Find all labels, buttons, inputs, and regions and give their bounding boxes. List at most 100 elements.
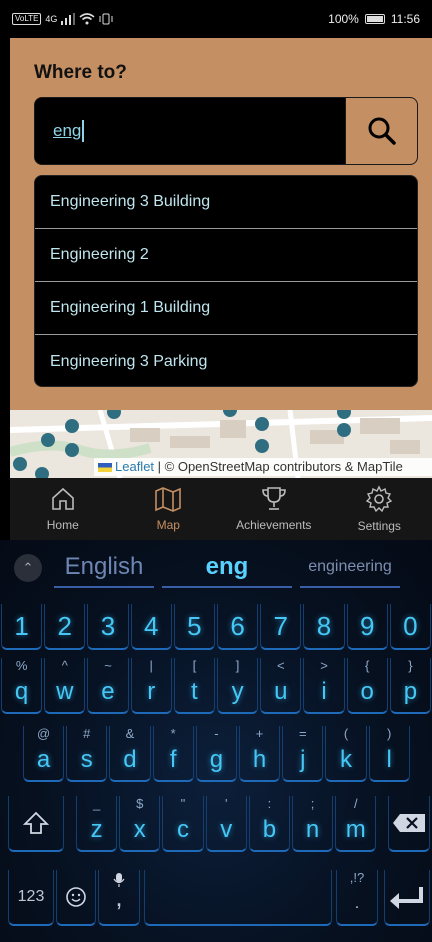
nav-settings-label: Settings: [357, 519, 401, 533]
key-3[interactable]: 3: [87, 604, 129, 650]
keyboard-suggestion[interactable]: eng: [162, 548, 292, 588]
key-label: e: [101, 678, 115, 705]
key-r[interactable]: | r: [130, 658, 172, 714]
key-0[interactable]: 0: [389, 604, 431, 650]
key-i[interactable]: > i: [303, 658, 345, 714]
backspace-key[interactable]: [388, 796, 430, 852]
wifi-icon: [79, 13, 95, 25]
key-hint: (: [343, 726, 349, 741]
key-label: b: [262, 816, 277, 843]
key-label: k: [339, 746, 352, 773]
key-hint: -: [214, 726, 219, 741]
key-c[interactable]: " c: [162, 796, 204, 852]
nav-settings[interactable]: Settings: [327, 478, 432, 540]
key-2[interactable]: 2: [44, 604, 86, 650]
key-e[interactable]: ~ e: [87, 658, 129, 714]
nav-map[interactable]: Map: [116, 478, 222, 540]
emoji-key[interactable]: [56, 870, 96, 926]
shift-key[interactable]: [8, 796, 64, 852]
key-label: u: [274, 678, 288, 705]
key-w[interactable]: ^ w: [44, 658, 86, 714]
key-j[interactable]: = j: [282, 726, 324, 782]
key-label: y: [231, 678, 244, 705]
key-label: f: [169, 746, 177, 773]
key-7[interactable]: 7: [260, 604, 302, 650]
suggestion-item[interactable]: Engineering 3 Parking: [35, 335, 417, 386]
volte-badge: VoLTE: [12, 13, 42, 25]
search-input[interactable]: eng: [35, 98, 345, 164]
key-5[interactable]: 5: [173, 604, 215, 650]
key-t[interactable]: [t: [173, 658, 215, 714]
key-9[interactable]: 9: [346, 604, 388, 650]
search-title: Where to?: [34, 62, 127, 83]
key-x[interactable]: $ x: [119, 796, 161, 852]
key-label: 9: [359, 610, 375, 641]
leaflet-link[interactable]: Leaflet: [115, 459, 154, 474]
chevron-up-icon[interactable]: ⌃: [14, 554, 42, 582]
key-hint: }: [408, 658, 413, 673]
map-attribution: Leaflet | © OpenStreetMap contributors &…: [94, 458, 432, 476]
keyboard-suggestion[interactable]: English: [54, 548, 154, 588]
key-u[interactable]: < u: [260, 658, 302, 714]
nav-home-label: Home: [46, 518, 79, 532]
key-k[interactable]: (k: [325, 726, 367, 782]
key-m[interactable]: / m: [335, 796, 377, 852]
nav-home[interactable]: Home: [10, 478, 116, 540]
nav-achievements[interactable]: Achievements: [221, 478, 327, 540]
key-p[interactable]: } p: [389, 658, 431, 714]
key-z[interactable]: _ z: [76, 796, 118, 852]
status-right: 100% 11:56: [328, 12, 420, 26]
nav-map-label: Map: [156, 518, 180, 532]
key-l[interactable]: ) l: [368, 726, 410, 782]
key-label: 0: [403, 610, 418, 641]
key-b[interactable]: :b: [248, 796, 290, 852]
key-1[interactable]: 1: [1, 604, 43, 650]
key-v[interactable]: ' v: [205, 796, 247, 852]
key-label: 123: [17, 888, 45, 905]
key-label: p: [403, 678, 418, 705]
key-q[interactable]: % q: [1, 658, 43, 714]
enter-key[interactable]: [384, 870, 430, 926]
key-s[interactable]: # s: [66, 726, 108, 782]
key-hint: ): [387, 726, 392, 741]
key-label: .: [354, 895, 360, 912]
key-hint: @: [36, 726, 51, 741]
key-8[interactable]: 8: [303, 604, 345, 650]
numbers-key[interactable]: 123: [8, 870, 54, 926]
suggestion-item[interactable]: Engineering 1 Building: [35, 282, 417, 335]
key-d[interactable]: & d: [109, 726, 151, 782]
key-y[interactable]: ] y: [217, 658, 259, 714]
key-hint: ~: [104, 658, 112, 673]
key-hint: #: [83, 726, 91, 741]
key-f[interactable]: * f: [152, 726, 194, 782]
key-o[interactable]: {o: [346, 658, 388, 714]
search-icon: [368, 117, 396, 145]
key-n[interactable]: ; n: [292, 796, 334, 852]
key-label: 3: [100, 610, 116, 641]
key-g[interactable]: -g: [195, 726, 237, 782]
key-label: x: [133, 816, 146, 843]
space-key[interactable]: [144, 870, 332, 926]
key-h[interactable]: + h: [239, 726, 281, 782]
key-label: v: [220, 816, 233, 843]
comma-key[interactable]: ,: [98, 870, 140, 926]
backspace-icon: [393, 814, 425, 832]
period-key[interactable]: ,!?.: [336, 870, 378, 926]
key-hint: >: [320, 658, 328, 673]
key-hint: {: [365, 658, 370, 673]
key-6[interactable]: 6: [217, 604, 259, 650]
key-a[interactable]: @ a: [23, 726, 65, 782]
search-button[interactable]: [345, 98, 417, 164]
key-label: q: [14, 678, 29, 705]
keyboard-suggestion[interactable]: engineering: [300, 548, 400, 588]
key-label: r: [147, 678, 156, 705]
suggestion-item[interactable]: Engineering 3 Building: [35, 176, 417, 229]
key-label: 2: [57, 610, 73, 641]
key-label: j: [300, 746, 306, 773]
key-label: 7: [273, 610, 289, 641]
key-hint: ^: [61, 658, 68, 673]
map-view[interactable]: Leaflet | © OpenStreetMap contributors &…: [10, 410, 432, 478]
suggestion-item[interactable]: Engineering 2: [35, 229, 417, 282]
key-4[interactable]: 4: [130, 604, 172, 650]
key-label: 6: [230, 610, 245, 641]
